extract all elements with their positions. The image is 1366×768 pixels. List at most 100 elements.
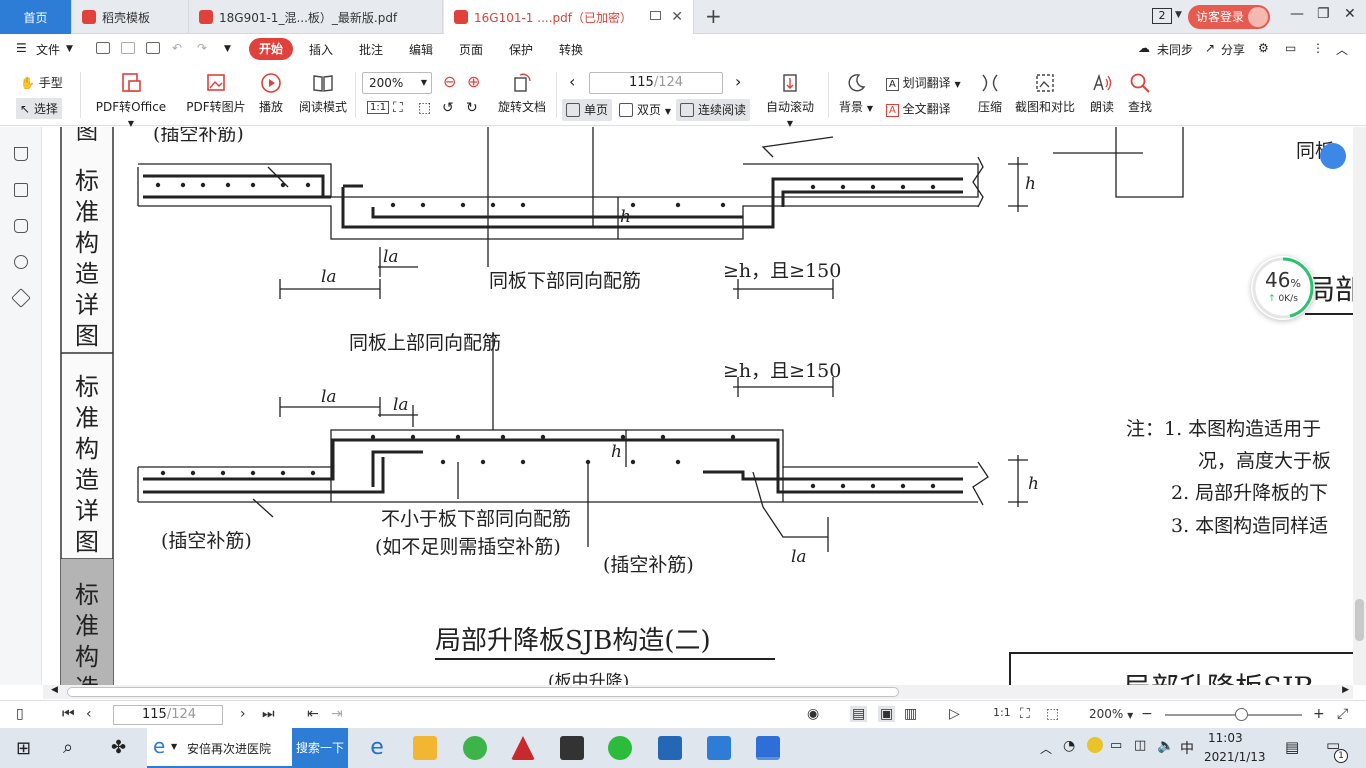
- action-center-icon[interactable]: ▤: [1285, 738, 1299, 756]
- sync-status[interactable]: 未同步: [1157, 41, 1193, 58]
- compress-button[interactable]: 压缩: [975, 72, 1005, 115]
- maximize-button[interactable]: ❐: [1317, 6, 1330, 22]
- notification-bell-icon[interactable]: ◔: [1063, 738, 1075, 754]
- select-tool[interactable]: ↖ 选择: [16, 98, 62, 119]
- back-icon[interactable]: ⇤: [307, 706, 319, 722]
- prev-page-icon[interactable]: ‹: [569, 72, 575, 91]
- wps-pdf-icon[interactable]: [756, 736, 780, 760]
- undo-icon[interactable]: ↶: [172, 41, 182, 55]
- share-button[interactable]: 分享: [1221, 41, 1245, 58]
- continuous-view-icon[interactable]: ▤: [850, 706, 868, 722]
- taskbar-search-button[interactable]: 搜索一下: [292, 728, 348, 768]
- scroll-right-icon[interactable]: ▶: [1342, 685, 1349, 695]
- horizontal-scroll-thumb[interactable]: [67, 687, 899, 697]
- browser-360-icon[interactable]: [463, 736, 487, 760]
- chevron-down-icon[interactable]: ▼: [224, 44, 231, 54]
- volume-icon[interactable]: 🔈: [1157, 738, 1174, 754]
- chevron-up-icon[interactable]: ︿: [1040, 740, 1052, 757]
- single-view-icon[interactable]: ▣: [878, 706, 896, 722]
- windows-start-icon[interactable]: ⊞: [16, 738, 31, 759]
- play-button[interactable]: 播放: [256, 72, 286, 115]
- read-mode-button[interactable]: 阅读模式: [298, 72, 348, 115]
- print-icon[interactable]: [146, 42, 160, 54]
- next-page-icon[interactable]: ›: [735, 72, 741, 91]
- forward-icon[interactable]: ⇥: [331, 706, 343, 722]
- chevron-up-icon[interactable]: ︿: [1336, 41, 1348, 58]
- full-translate-button[interactable]: A 全文翻译: [886, 100, 951, 117]
- fullscreen-icon[interactable]: ⤢: [1337, 706, 1348, 722]
- fit-width-icon[interactable]: ⬚: [418, 100, 431, 116]
- continuous-button[interactable]: 连续阅读: [676, 99, 751, 121]
- status-zoom[interactable]: 200% ▼: [1089, 707, 1133, 721]
- wechat-icon[interactable]: [608, 736, 632, 760]
- scroll-left-icon[interactable]: ◀: [51, 685, 58, 695]
- zoom-slider[interactable]: [1165, 714, 1302, 716]
- chevron-down-icon[interactable]: ▼: [66, 44, 73, 54]
- sidebar-toggle-icon[interactable]: ▯: [16, 706, 24, 722]
- search-icon[interactable]: ⌕: [63, 737, 73, 758]
- tab-pdf-16g101[interactable]: 16G101-1 ....pdf（已加密） ✕: [444, 0, 694, 34]
- thumbnail-icon[interactable]: [14, 183, 28, 197]
- folder-icon[interactable]: [413, 736, 437, 760]
- zoom-out-icon[interactable]: ⊖: [443, 72, 456, 91]
- open-icon[interactable]: [96, 42, 110, 54]
- screenshot-compare-button[interactable]: 截图和对比: [1013, 72, 1077, 115]
- battery-icon[interactable]: ▭: [1110, 738, 1122, 753]
- clock-time[interactable]: 11:03: [1208, 731, 1243, 745]
- autocad-icon[interactable]: [511, 736, 535, 760]
- speed-widget[interactable]: 46% ↑ 0K/s: [1251, 256, 1315, 320]
- zoom-in-icon[interactable]: +: [1313, 706, 1325, 722]
- document-view[interactable]: 图 标准构造详图 标准构造详图 标准构造: [43, 127, 1353, 685]
- bookmark-icon[interactable]: [14, 147, 28, 161]
- find-button[interactable]: 查找: [1126, 72, 1154, 115]
- page-input[interactable]: 115/124: [589, 72, 723, 94]
- horizontal-scrollbar[interactable]: ◀ ▶: [43, 685, 1353, 699]
- actual-size-icon[interactable]: 1:1: [367, 101, 390, 114]
- new-tab-button[interactable]: +: [705, 4, 722, 28]
- more-icon[interactable]: ⋮: [1312, 41, 1324, 55]
- close-icon[interactable]: ✕: [671, 9, 683, 25]
- minimize-button[interactable]: —: [1290, 6, 1304, 22]
- menu-edit[interactable]: 编辑: [409, 41, 433, 58]
- next-page-icon[interactable]: ›: [240, 706, 246, 722]
- vertical-scrollbar[interactable]: [1353, 127, 1366, 685]
- taskbar-browser[interactable]: e ▼ 安倍再次进医院: [147, 728, 292, 768]
- background-button[interactable]: 背景 ▼: [838, 72, 874, 115]
- fit-width-icon[interactable]: ⬚: [1046, 706, 1059, 722]
- last-page-icon[interactable]: ⏭: [262, 706, 275, 722]
- hand-tool[interactable]: ✋ 手型: [20, 74, 63, 91]
- attachment-icon[interactable]: [14, 255, 28, 269]
- pdf-to-image-button[interactable]: PDF转图片: [186, 72, 246, 115]
- save-icon[interactable]: [121, 42, 135, 54]
- single-page-button[interactable]: 单页: [562, 99, 613, 121]
- rotate-right-icon[interactable]: ↻: [466, 100, 478, 116]
- tab-float-icon[interactable]: [650, 11, 661, 20]
- zoom-in-icon[interactable]: ⊕: [467, 72, 480, 91]
- video-editor-icon[interactable]: [560, 736, 584, 760]
- menu-convert[interactable]: 转换: [559, 41, 583, 58]
- eye-icon[interactable]: ◉: [807, 706, 819, 722]
- play-icon[interactable]: ▷: [949, 706, 960, 722]
- menu-icon[interactable]: ☰: [16, 41, 27, 55]
- rotate-left-icon[interactable]: ↺: [442, 100, 454, 116]
- security-icon[interactable]: [1087, 737, 1103, 753]
- status-page-input[interactable]: 115/124: [113, 705, 223, 725]
- actual-size-icon[interactable]: 1:1: [993, 706, 1011, 719]
- window-close-button[interactable]: ✕: [1344, 6, 1356, 22]
- tool-app-icon[interactable]: [707, 736, 731, 760]
- zoom-slider-knob[interactable]: [1235, 708, 1248, 721]
- tab-home[interactable]: 首页: [0, 0, 72, 34]
- float-tool-button[interactable]: [1320, 143, 1346, 169]
- auto-scroll-button[interactable]: 自动滚动 ▼: [762, 72, 818, 129]
- cad-viewer-icon[interactable]: [658, 736, 682, 760]
- menu-comment[interactable]: 批注: [359, 41, 383, 58]
- pdf-to-office-button[interactable]: PDF转Office ▼: [92, 72, 170, 129]
- clock-date[interactable]: 2021/1/13: [1204, 750, 1266, 764]
- fit-page-icon[interactable]: ⛶: [393, 100, 403, 116]
- edge-icon[interactable]: e: [365, 736, 389, 760]
- window-count[interactable]: 2: [1152, 8, 1172, 24]
- zoom-select[interactable]: 200% ▼: [362, 72, 432, 94]
- redo-icon[interactable]: ↷: [197, 41, 207, 55]
- first-page-icon[interactable]: ⏮: [62, 706, 75, 722]
- read-aloud-button[interactable]: 朗读: [1088, 72, 1116, 115]
